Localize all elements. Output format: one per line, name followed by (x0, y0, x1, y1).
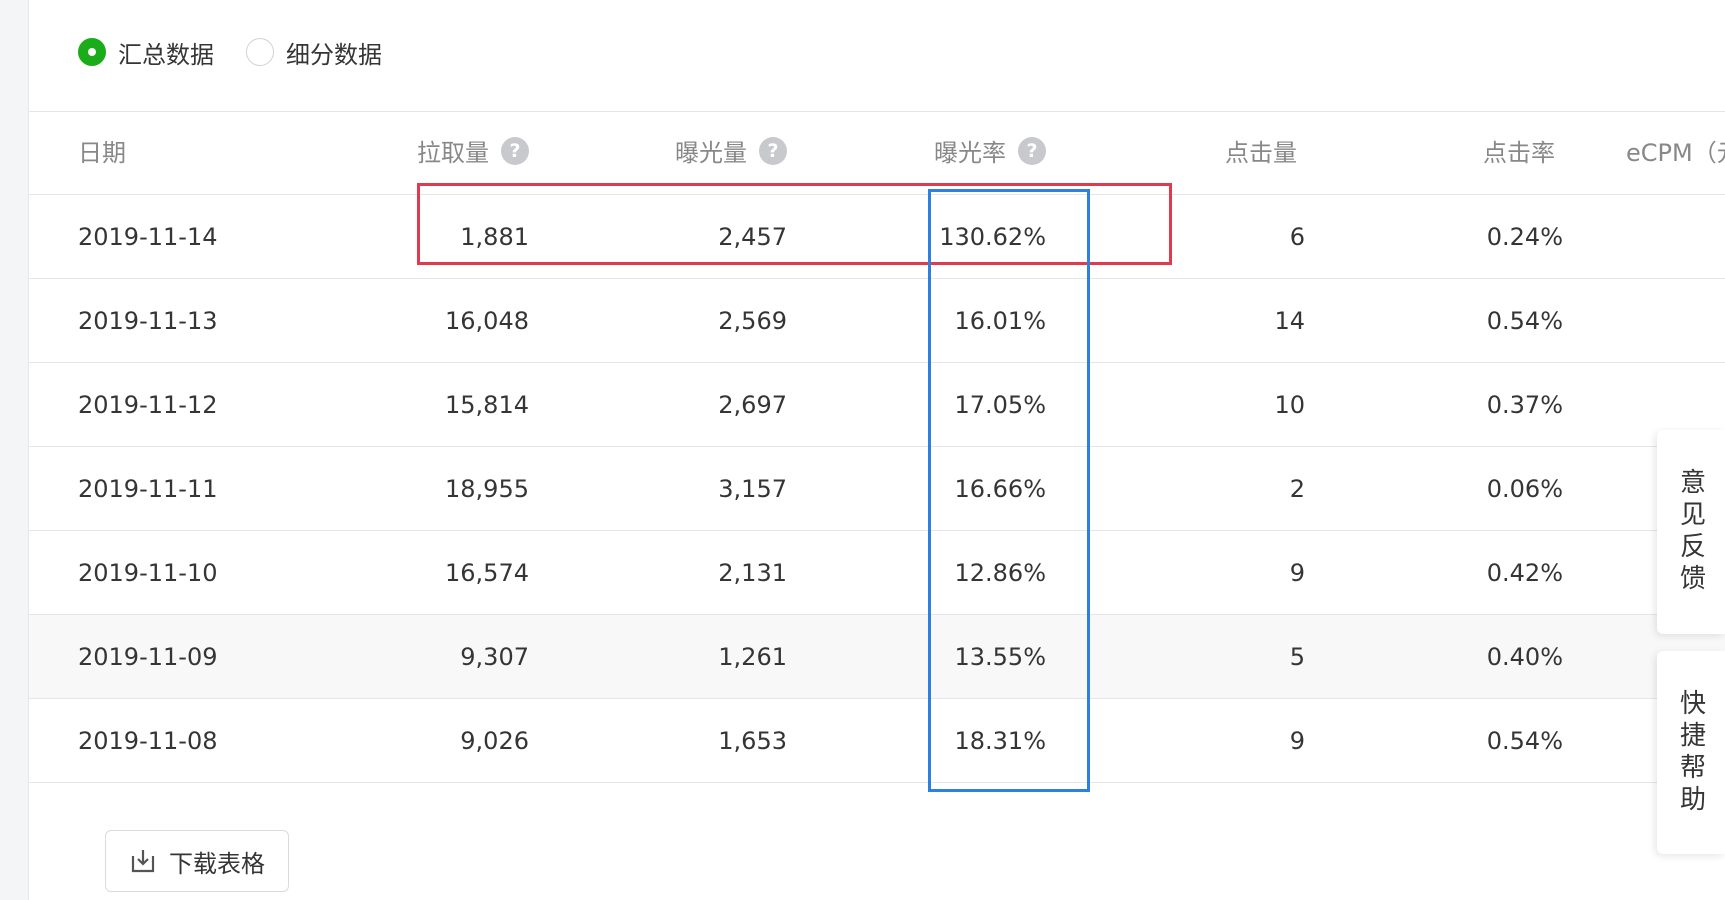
col-header-impressions: 曝光量? (675, 111, 787, 195)
cell-date: 2019-11-09 (78, 643, 218, 671)
cell-impressions: 3,157 (718, 475, 787, 503)
cell-ctr: 0.37% (1486, 391, 1563, 419)
col-header-clicks: 点击量 (1225, 139, 1297, 167)
data-mode-radio-group: 汇总数据 细分数据 (78, 32, 414, 72)
table-header-row: 日期 拉取量? 曝光量? 曝光率? 点击量 点击率 eCPM（元 (29, 111, 1725, 195)
table-row: 2019-11-11 18,955 3,157 16.66% 2 0.06% (29, 447, 1725, 531)
radio-unchecked-icon (246, 38, 274, 66)
feedback-tab[interactable]: 意见反馈 (1657, 430, 1725, 634)
cell-date: 2019-11-13 (78, 307, 218, 335)
cell-pull: 16,574 (445, 559, 529, 587)
cell-impressions: 1,261 (718, 643, 787, 671)
table-row: 2019-11-08 9,026 1,653 18.31% 9 0.54% (29, 699, 1725, 783)
cell-ctr: 0.54% (1486, 727, 1563, 755)
cell-pull: 18,955 (445, 475, 529, 503)
cell-ctr: 0.42% (1486, 559, 1563, 587)
cell-pull: 15,814 (445, 391, 529, 419)
cell-date: 2019-11-08 (78, 727, 218, 755)
help-icon[interactable]: ? (501, 137, 529, 165)
col-header-impression-rate: 曝光率? (934, 111, 1046, 195)
cell-ctr: 0.06% (1486, 475, 1563, 503)
cell-ctr: 0.24% (1486, 223, 1563, 251)
cell-date: 2019-11-11 (78, 475, 218, 503)
cell-impression-rate: 13.55% (954, 643, 1046, 671)
cell-clicks: 6 (1289, 223, 1305, 251)
col-header-impression-rate-label: 曝光率 (934, 139, 1006, 167)
col-header-pull: 拉取量? (417, 111, 529, 195)
help-icon[interactable]: ? (759, 137, 787, 165)
cell-impressions: 2,457 (718, 223, 787, 251)
cell-clicks: 14 (1274, 307, 1305, 335)
radio-summary-label: 汇总数据 (118, 40, 214, 69)
col-header-ctr: 点击率 (1483, 139, 1555, 167)
download-table-button[interactable]: 下载表格 (105, 830, 289, 892)
download-icon (131, 850, 155, 873)
table-row-hovered: 2019-11-09 9,307 1,261 13.55% 5 0.40% (29, 615, 1725, 699)
cell-ctr: 0.40% (1486, 643, 1563, 671)
cell-clicks: 9 (1289, 727, 1305, 755)
cell-impressions: 2,697 (718, 391, 787, 419)
radio-checked-icon (78, 38, 106, 66)
table-row: 2019-11-13 16,048 2,569 16.01% 14 0.54% (29, 279, 1725, 363)
cell-clicks: 10 (1274, 391, 1305, 419)
cell-date: 2019-11-14 (78, 223, 218, 251)
cell-impression-rate: 16.66% (954, 475, 1046, 503)
radio-summary-data[interactable]: 汇总数据 (78, 35, 214, 70)
cell-impressions: 2,131 (718, 559, 787, 587)
quick-help-tab-label: 快捷帮助 (1675, 688, 1706, 817)
quick-help-tab[interactable]: 快捷帮助 (1657, 651, 1725, 854)
cell-impression-rate: 18.31% (954, 727, 1046, 755)
cell-impression-rate: 12.86% (954, 559, 1046, 587)
cell-pull: 1,881 (460, 223, 529, 251)
col-header-pull-label: 拉取量 (417, 139, 489, 167)
cell-pull: 9,307 (460, 643, 529, 671)
cell-impression-rate: 16.01% (954, 307, 1046, 335)
cell-clicks: 2 (1289, 475, 1305, 503)
cell-pull: 9,026 (460, 727, 529, 755)
cell-date: 2019-11-10 (78, 559, 218, 587)
col-header-date: 日期 (78, 139, 126, 167)
radio-detail-label: 细分数据 (286, 40, 382, 69)
cell-ctr: 0.54% (1486, 307, 1563, 335)
download-table-label: 下载表格 (169, 849, 265, 878)
table-row: 2019-11-14 1,881 2,457 130.62% 6 0.24% (29, 195, 1725, 279)
cell-clicks: 9 (1289, 559, 1305, 587)
help-icon[interactable]: ? (1018, 137, 1046, 165)
content-panel: 汇总数据 细分数据 日期 拉取量? 曝光量? 曝光率? 点击量 点击率 eCPM… (28, 0, 1725, 900)
cell-clicks: 5 (1289, 643, 1305, 671)
cell-impressions: 2,569 (718, 307, 787, 335)
table-row: 2019-11-12 15,814 2,697 17.05% 10 0.37% (29, 363, 1725, 447)
cell-pull: 16,048 (445, 307, 529, 335)
col-header-ecpm: eCPM（元 (1626, 139, 1725, 167)
feedback-tab-label: 意见反馈 (1675, 468, 1706, 596)
cell-date: 2019-11-12 (78, 391, 218, 419)
col-header-impressions-label: 曝光量 (675, 139, 747, 167)
cell-impressions: 1,653 (718, 727, 787, 755)
cell-impression-rate: 130.62% (939, 223, 1046, 251)
table-row: 2019-11-10 16,574 2,131 12.86% 9 0.42% (29, 531, 1725, 615)
radio-detail-data[interactable]: 细分数据 (246, 35, 382, 70)
cell-impression-rate: 17.05% (954, 391, 1046, 419)
